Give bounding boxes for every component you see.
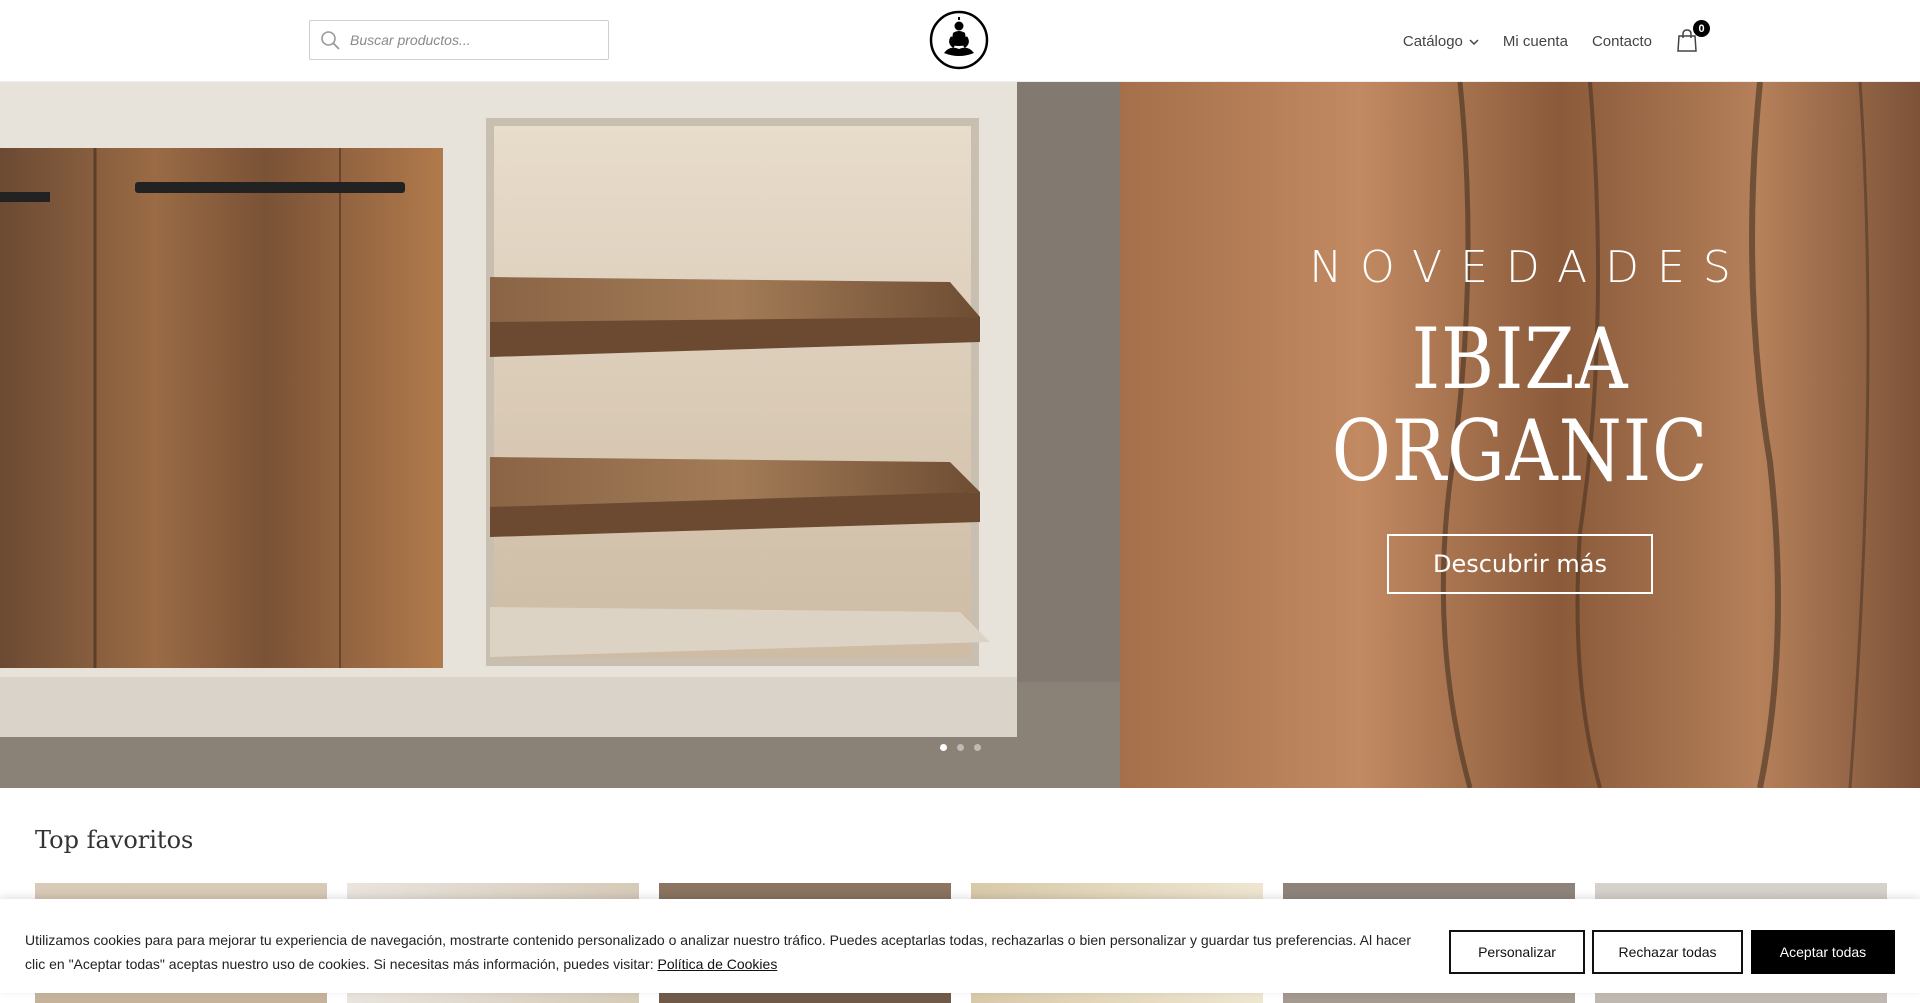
cookie-message: Utilizamos cookies para para mejorar tu … bbox=[25, 928, 1425, 976]
chevron-down-icon bbox=[1469, 33, 1479, 50]
slider-dots bbox=[940, 744, 981, 751]
customize-button[interactable]: Personalizar bbox=[1449, 930, 1585, 974]
hero-subtitle: NOVEDADES bbox=[1309, 242, 1749, 293]
section-title: Top favoritos bbox=[35, 826, 194, 854]
slider-dot-2[interactable] bbox=[957, 744, 964, 751]
hero-slider: NOVEDADES IBIZA ORGANIC Descubrir más bbox=[0, 82, 1920, 788]
reject-all-button[interactable]: Rechazar todas bbox=[1592, 930, 1743, 974]
hero-text: NOVEDADES IBIZA ORGANIC Descubrir más bbox=[1240, 242, 1800, 594]
discover-more-button[interactable]: Descubrir más bbox=[1386, 533, 1653, 594]
buddha-logo[interactable] bbox=[928, 9, 990, 71]
search-input[interactable] bbox=[350, 32, 590, 48]
nav-account[interactable]: Mi cuenta bbox=[1503, 33, 1568, 50]
slider-dot-1[interactable] bbox=[940, 744, 947, 751]
nav-contact[interactable]: Contacto bbox=[1592, 33, 1652, 50]
search-icon[interactable] bbox=[310, 21, 350, 59]
cookie-policy-link[interactable]: Política de Cookies bbox=[657, 956, 777, 972]
hero-title: IBIZA ORGANIC bbox=[1331, 310, 1709, 501]
main-nav: Catálogo Mi cuenta Contacto 0 bbox=[1403, 0, 1710, 82]
shopping-bag-icon bbox=[1676, 29, 1698, 56]
site-header: Catálogo Mi cuenta Contacto 0 bbox=[0, 0, 1920, 82]
accept-all-button[interactable]: Aceptar todas bbox=[1751, 930, 1895, 974]
search-box[interactable] bbox=[309, 20, 609, 60]
nav-catalog-label: Catálogo bbox=[1402, 32, 1463, 50]
cart-count-badge: 0 bbox=[1693, 20, 1710, 37]
slider-dot-3[interactable] bbox=[974, 744, 981, 751]
nav-catalog[interactable]: Catálogo bbox=[1403, 33, 1479, 50]
cart-button[interactable]: 0 bbox=[1676, 20, 1710, 56]
